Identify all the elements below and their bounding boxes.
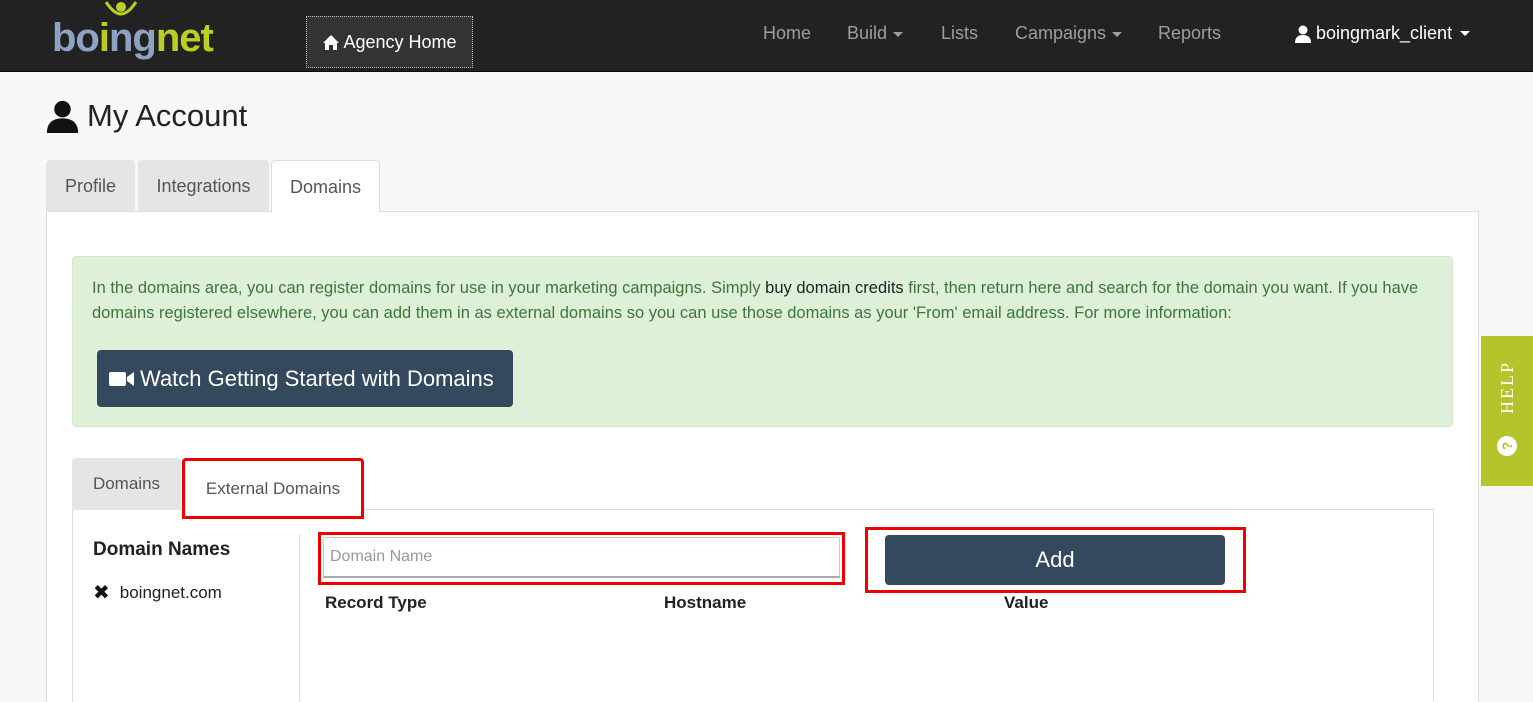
user-icon bbox=[1295, 25, 1311, 43]
boingnet-logo[interactable]: boingnet bbox=[52, 1, 222, 68]
domain-input-highlight bbox=[318, 532, 845, 585]
add-button[interactable]: Add bbox=[885, 535, 1225, 585]
caret-down-icon bbox=[1112, 31, 1123, 37]
column-header-hostname: Hostname bbox=[664, 593, 747, 612]
caret-down-icon bbox=[893, 31, 904, 37]
top-navbar: boingnet Agency Home Home Build Lists Ca… bbox=[0, 0, 1533, 72]
user-name: boingmark_client bbox=[1316, 23, 1453, 43]
user-menu[interactable]: boingmark_client bbox=[1294, 23, 1471, 44]
agency-home-label: Agency Home bbox=[343, 31, 457, 52]
watch-getting-started-button[interactable]: Watch Getting Started with Domains bbox=[97, 350, 513, 407]
caret-down-icon bbox=[1460, 31, 1471, 36]
nav-build-label: Build bbox=[847, 23, 888, 43]
domain-name-input[interactable] bbox=[323, 537, 840, 578]
logo-wordmark: boingnet bbox=[52, 16, 214, 60]
column-divider bbox=[299, 534, 300, 702]
watch-button-label: Watch Getting Started with Domains bbox=[140, 365, 494, 391]
remove-icon[interactable]: ✖ bbox=[93, 580, 110, 605]
buy-domain-credits-link[interactable]: buy domain credits bbox=[765, 279, 904, 297]
nav-build[interactable]: Build bbox=[847, 23, 904, 44]
column-header-record-type: Record Type bbox=[325, 593, 427, 612]
page-title: My Account bbox=[46, 98, 247, 134]
subtab-domains[interactable]: Domains bbox=[72, 458, 181, 510]
page-title-text: My Account bbox=[87, 98, 248, 133]
list-item: ✖ boingnet.com bbox=[93, 580, 222, 605]
nav-campaigns-label: Campaigns bbox=[1015, 23, 1107, 43]
nav-home[interactable]: Home bbox=[763, 23, 811, 44]
question-icon: ? bbox=[1497, 435, 1517, 456]
home-icon bbox=[323, 34, 340, 50]
column-header-value: Value bbox=[1004, 593, 1049, 612]
subtab-external-domains[interactable]: External Domains bbox=[182, 458, 364, 519]
domain-names-heading: Domain Names bbox=[93, 539, 231, 560]
help-label: HELP bbox=[1496, 360, 1517, 414]
alert-text: In the domains area, you can register do… bbox=[92, 279, 1419, 322]
tab-integrations[interactable]: Integrations bbox=[138, 160, 269, 212]
agency-home-button[interactable]: Agency Home bbox=[306, 16, 473, 68]
nav-campaigns[interactable]: Campaigns bbox=[1015, 23, 1123, 44]
domains-info-alert: In the domains area, you can register do… bbox=[72, 256, 1453, 427]
tab-domains[interactable]: Domains bbox=[271, 160, 380, 213]
add-button-highlight: Add bbox=[865, 527, 1246, 593]
nav-lists[interactable]: Lists bbox=[941, 23, 978, 44]
domain-name-value: boingnet.com bbox=[119, 582, 222, 602]
video-camera-icon bbox=[109, 371, 134, 386]
tab-profile[interactable]: Profile bbox=[46, 160, 135, 212]
help-tab[interactable]: HELP ? bbox=[1481, 336, 1533, 486]
user-icon bbox=[46, 100, 79, 133]
nav-reports[interactable]: Reports bbox=[1158, 23, 1221, 44]
